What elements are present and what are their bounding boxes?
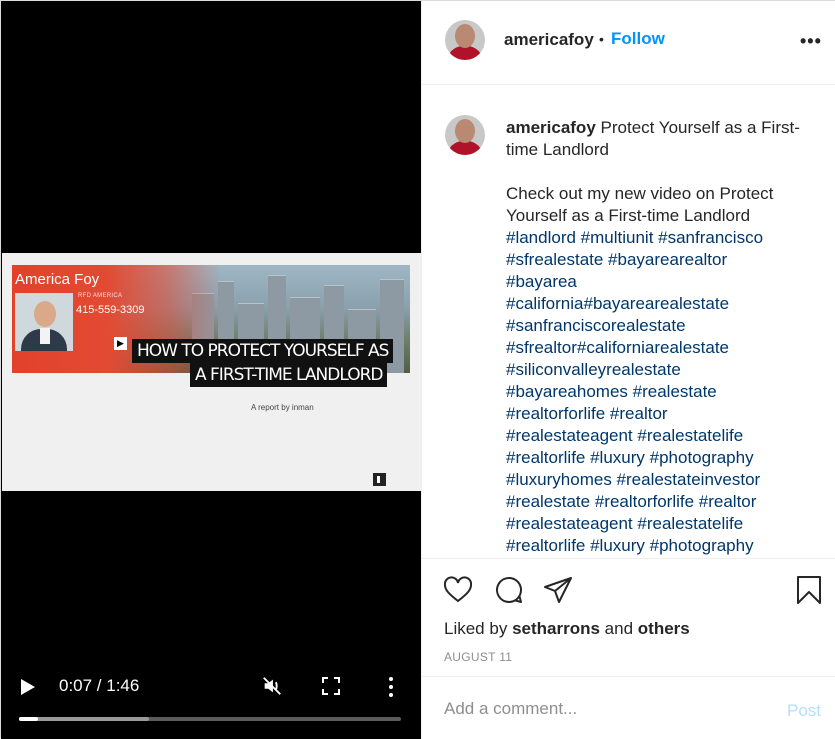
likes-prefix: Liked by <box>444 619 508 638</box>
likes-summary: Liked by setharrons and others <box>444 619 690 639</box>
agent-portrait <box>15 293 73 351</box>
agent-phone: 415-559-3309 <box>76 304 145 316</box>
played-bar <box>19 717 39 721</box>
thumbnail-play-icon: ▶ <box>114 337 127 350</box>
agent-company: RFD AMERICA <box>78 293 123 299</box>
hashtag-line[interactable]: #sanfranciscorealestate <box>506 315 816 337</box>
caption: americafoy Protect Yourself as a First-t… <box>506 117 816 557</box>
video-headline-line2: A FIRST-TIME LANDLORD <box>190 363 388 387</box>
hashtag-line[interactable]: #california#bayarearealestate <box>506 293 816 315</box>
likes-user-link[interactable]: setharrons <box>512 619 600 638</box>
caption-scroll-area[interactable]: americafoy Protect Yourself as a First-t… <box>422 86 835 558</box>
post-date[interactable]: AUGUST 11 <box>444 650 512 664</box>
hashtag-line[interactable]: #realtorlife #luxury #photography <box>506 447 816 469</box>
video-time: 0:07 / 1:46 <box>59 676 140 695</box>
hashtag-line[interactable]: #realestateagent #realestatelife <box>506 513 816 535</box>
post-sidebar: americafoy • Follow ••• americafoy Prote… <box>421 1 835 739</box>
hashtag-line[interactable]: #luxuryhomes #realestateinvestor <box>506 469 816 491</box>
bookmark-icon[interactable] <box>794 575 824 605</box>
buffered-bar <box>19 717 149 721</box>
hashtag-line[interactable]: #sfrealtor#californiarealestate <box>506 337 816 359</box>
hashtag-line[interactable]: #landlord #multiunit #sanfrancisco <box>506 227 816 249</box>
caption-body: Check out my new video on Protect Yourse… <box>506 184 774 225</box>
avatar[interactable] <box>445 20 485 60</box>
separator-dot: • <box>599 31 604 47</box>
video-frame[interactable]: America Foy RFD AMERICA 415-559-3309 ▶ H… <box>2 253 421 491</box>
video-progress-bar[interactable] <box>19 717 401 721</box>
hashtag-line[interactable]: #bayareahomes #realestate <box>506 381 816 403</box>
comment-box: Post <box>422 676 835 739</box>
video-headline-line1: HOW TO PROTECT YOURSELF AS <box>132 339 394 363</box>
video-player[interactable]: America Foy RFD AMERICA 415-559-3309 ▶ H… <box>1 1 421 739</box>
hashtag-line[interactable]: #realestate #realtorforlife #realtor <box>506 491 816 513</box>
hashtag-line[interactable]: #realtorlife #luxury #photography <box>506 535 816 557</box>
instagram-post-modal: America Foy RFD AMERICA 415-559-3309 ▶ H… <box>0 0 835 739</box>
report-credit: A report by inman <box>251 403 314 412</box>
hashtag-line[interactable]: #bayarea <box>506 271 816 293</box>
hashtag-line[interactable]: #sfrealestate #bayarearealtor <box>506 249 816 271</box>
hashtag-list: #landlord #multiunit #sanfrancisco #sfrea… <box>506 227 816 557</box>
play-icon[interactable] <box>21 679 35 695</box>
follow-button[interactable]: Follow <box>611 29 665 49</box>
post-actions: Liked by setharrons and others AUGUST 11 <box>422 558 835 676</box>
video-controls: 0:07 / 1:46 <box>1 671 421 739</box>
post-header: americafoy • Follow ••• <box>422 1 835 85</box>
caption-username[interactable]: americafoy <box>506 118 596 137</box>
hashtag-line[interactable]: #realtorforlife #realtor <box>506 403 816 425</box>
more-options-icon[interactable]: ••• <box>800 31 822 52</box>
post-button[interactable]: Post <box>787 701 821 721</box>
more-vertical-icon[interactable] <box>385 676 397 698</box>
share-icon[interactable] <box>543 575 573 605</box>
likes-and: and <box>604 619 634 638</box>
muted-icon[interactable] <box>261 675 283 697</box>
comment-input[interactable] <box>444 699 754 719</box>
inman-logo-icon <box>373 473 386 486</box>
heart-icon[interactable] <box>443 575 473 605</box>
caption-avatar[interactable] <box>445 115 485 155</box>
comment-icon[interactable] <box>494 575 524 605</box>
header-username[interactable]: americafoy <box>504 30 594 50</box>
fullscreen-icon[interactable] <box>322 677 340 695</box>
hashtag-line[interactable]: #siliconvalleyrealestate <box>506 359 816 381</box>
hashtag-line[interactable]: #realestateagent #realestatelife <box>506 425 816 447</box>
likes-others-link[interactable]: others <box>638 619 690 638</box>
agent-name: America Foy <box>15 271 100 288</box>
